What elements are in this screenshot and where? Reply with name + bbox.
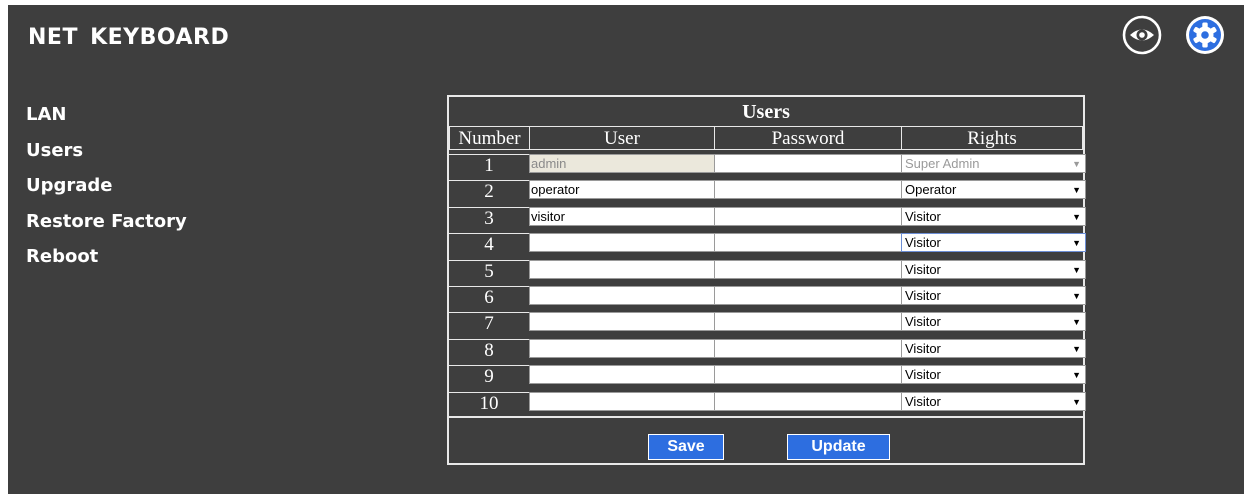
chevron-down-icon: ▼ — [1072, 159, 1081, 169]
password-input[interactable] — [714, 286, 902, 305]
chevron-down-icon: ▼ — [1072, 396, 1081, 407]
password-input[interactable] — [714, 391, 902, 411]
sidebar-item-lan[interactable]: LAN — [26, 97, 187, 133]
chevron-down-icon: ▼ — [1072, 185, 1081, 196]
user-input[interactable] — [529, 391, 715, 411]
sidebar: LAN Users Upgrade Restore Factory Reboot — [26, 97, 187, 275]
row-number: 5 — [449, 259, 529, 282]
users-table-title: Users — [742, 101, 790, 123]
row-number: 6 — [449, 286, 529, 308]
table-row: 7 Visitor ▼ — [449, 310, 1086, 336]
app-window: NET KEYBOARD LAN Users Upgrade Restore F… — [8, 5, 1244, 494]
column-header-rights: Rights — [901, 126, 1083, 150]
password-input[interactable] — [714, 312, 902, 332]
row-number: 10 — [449, 391, 529, 414]
rights-select-value: Visitor — [905, 208, 941, 224]
rights-select-value: Visitor — [905, 261, 941, 277]
eye-icon[interactable] — [1122, 15, 1162, 55]
column-header-password: Password — [714, 126, 902, 150]
rights-select[interactable]: Visitor ▼ — [901, 312, 1086, 332]
user-input[interactable] — [529, 338, 715, 358]
table-row: 5 Visitor ▼ — [449, 258, 1086, 284]
user-input[interactable] — [529, 180, 715, 200]
update-button[interactable]: Update — [787, 434, 890, 460]
table-row: 9 Visitor ▼ — [449, 363, 1086, 389]
gear-icon[interactable] — [1185, 15, 1225, 55]
table-row: 3 Visitor ▼ — [449, 205, 1086, 231]
chevron-down-icon: ▼ — [1072, 317, 1081, 328]
rights-select[interactable]: Visitor ▼ — [901, 206, 1086, 226]
chevron-down-icon: ▼ — [1072, 343, 1081, 354]
sidebar-item-upgrade[interactable]: Upgrade — [26, 168, 187, 204]
row-number: 3 — [449, 206, 529, 229]
chevron-down-icon: ▼ — [1072, 291, 1081, 301]
rights-select-value: Visitor — [905, 367, 941, 383]
sidebar-item-restore-factory[interactable]: Restore Factory — [26, 204, 187, 240]
password-input[interactable] — [714, 365, 902, 385]
rights-select-value: Visitor — [905, 235, 941, 251]
rights-select[interactable]: Visitor ▼ — [901, 259, 1086, 279]
table-row: 2 Operator ▼ — [449, 178, 1086, 204]
rights-select-value: Visitor — [905, 393, 941, 409]
app-title: NET KEYBOARD — [28, 25, 230, 50]
rights-select-value: Visitor — [905, 340, 941, 356]
table-row: 1 Super Admin ▼ — [449, 152, 1086, 178]
rights-select[interactable]: Visitor ▼ — [901, 338, 1086, 358]
rights-select-value: Super Admin — [905, 156, 980, 171]
rights-select-value: Operator — [905, 182, 957, 198]
rights-select[interactable]: Visitor ▼ — [901, 286, 1086, 305]
rights-select[interactable]: Visitor ▼ — [901, 365, 1086, 385]
chevron-down-icon: ▼ — [1072, 211, 1081, 222]
chevron-down-icon: ▼ — [1072, 264, 1081, 275]
password-input[interactable] — [714, 206, 902, 226]
sidebar-item-users[interactable]: Users — [26, 133, 187, 169]
row-number: 9 — [449, 365, 529, 387]
user-input[interactable] — [529, 286, 715, 305]
row-number: 8 — [449, 338, 529, 361]
rights-select[interactable]: Visitor ▼ — [901, 233, 1086, 253]
table-row: 6 Visitor ▼ — [449, 284, 1086, 310]
users-panel: Users Number User Password Rights 1 Super… — [447, 95, 1086, 465]
row-number: 1 — [449, 154, 529, 176]
user-input[interactable] — [529, 233, 715, 253]
user-input — [529, 154, 715, 173]
column-header-number: Number — [449, 126, 530, 150]
row-number: 2 — [449, 180, 529, 202]
row-number: 4 — [449, 233, 529, 255]
sidebar-item-reboot[interactable]: Reboot — [26, 239, 187, 275]
password-input[interactable] — [714, 180, 902, 200]
table-row: 4 Visitor ▼ — [449, 231, 1086, 257]
rights-select[interactable]: Operator ▼ — [901, 180, 1086, 200]
column-header-user: User — [529, 126, 715, 150]
password-input[interactable] — [714, 338, 902, 358]
table-row: 10 Visitor ▼ — [449, 390, 1086, 416]
rights-select-value: Visitor — [905, 314, 941, 330]
user-input[interactable] — [529, 365, 715, 385]
divider — [449, 416, 1083, 418]
save-button[interactable]: Save — [648, 434, 724, 460]
row-number: 7 — [449, 312, 529, 334]
password-input[interactable] — [714, 259, 902, 279]
password-input[interactable] — [714, 233, 902, 253]
chevron-down-icon: ▼ — [1072, 238, 1081, 249]
password-input[interactable] — [714, 154, 902, 173]
user-input[interactable] — [529, 206, 715, 226]
user-input[interactable] — [529, 312, 715, 332]
rights-select-value: Visitor — [905, 288, 941, 303]
user-input[interactable] — [529, 259, 715, 279]
rights-select[interactable]: Visitor ▼ — [901, 391, 1086, 411]
table-header: Number User Password Rights — [449, 126, 1083, 152]
rights-select: Super Admin ▼ — [901, 154, 1086, 173]
table-row: 8 Visitor ▼ — [449, 337, 1086, 363]
chevron-down-icon: ▼ — [1072, 370, 1081, 381]
